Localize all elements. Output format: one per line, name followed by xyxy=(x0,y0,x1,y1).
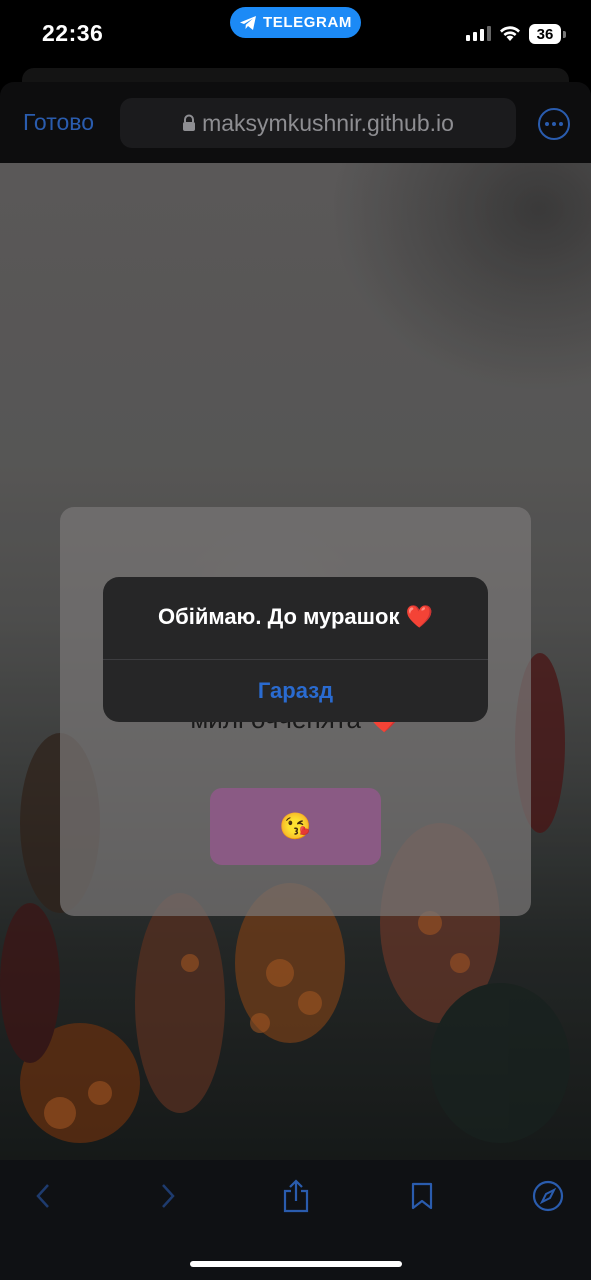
forward-button[interactable] xyxy=(152,1180,184,1212)
more-options-button[interactable] xyxy=(538,108,570,140)
telegram-icon xyxy=(240,15,257,30)
status-time: 22:36 xyxy=(42,20,104,46)
telegram-pill-label: TELEGRAM xyxy=(263,14,352,31)
open-in-safari-button[interactable] xyxy=(532,1180,564,1212)
more-dot-icon xyxy=(545,122,549,126)
back-button[interactable] xyxy=(27,1180,59,1212)
more-dot-icon xyxy=(559,122,563,126)
kiss-button[interactable]: 😘 xyxy=(210,788,381,865)
battery-tip xyxy=(563,31,566,38)
share-icon xyxy=(283,1179,309,1213)
bookmarks-icon xyxy=(411,1182,433,1210)
share-button[interactable] xyxy=(280,1179,312,1213)
lock-icon xyxy=(183,114,196,131)
more-dot-icon xyxy=(552,122,556,126)
alert-message-text: Обіймаю. До мурашок xyxy=(158,604,400,629)
battery-icon: 36 xyxy=(529,24,561,44)
kiss-emoji-icon: 😘 xyxy=(279,811,312,841)
telegram-return-pill[interactable]: TELEGRAM xyxy=(230,7,361,38)
wifi-icon xyxy=(500,26,520,41)
alert-ok-button[interactable]: Гаразд xyxy=(103,660,488,722)
bookmarks-button[interactable] xyxy=(406,1180,438,1212)
forward-icon xyxy=(162,1184,175,1208)
compass-icon xyxy=(532,1180,564,1212)
url-field[interactable]: maksymkushnir.github.io xyxy=(120,98,516,148)
browser-bar: Готово maksymkushnir.github.io xyxy=(0,82,591,163)
home-indicator[interactable] xyxy=(190,1261,402,1267)
heart-emoji-icon: ❤️ xyxy=(405,604,433,629)
status-bar: 22:36 TELEGRAM 36 xyxy=(0,0,591,70)
cellular-signal-icon xyxy=(466,26,491,41)
alert-message: Обіймаю. До мурашок ❤️ xyxy=(103,604,488,630)
url-text: maksymkushnir.github.io xyxy=(202,109,454,136)
back-icon xyxy=(36,1184,49,1208)
alert-dialog: Обіймаю. До мурашок ❤️ Гаразд xyxy=(103,577,488,722)
done-button[interactable]: Готово xyxy=(23,109,94,136)
